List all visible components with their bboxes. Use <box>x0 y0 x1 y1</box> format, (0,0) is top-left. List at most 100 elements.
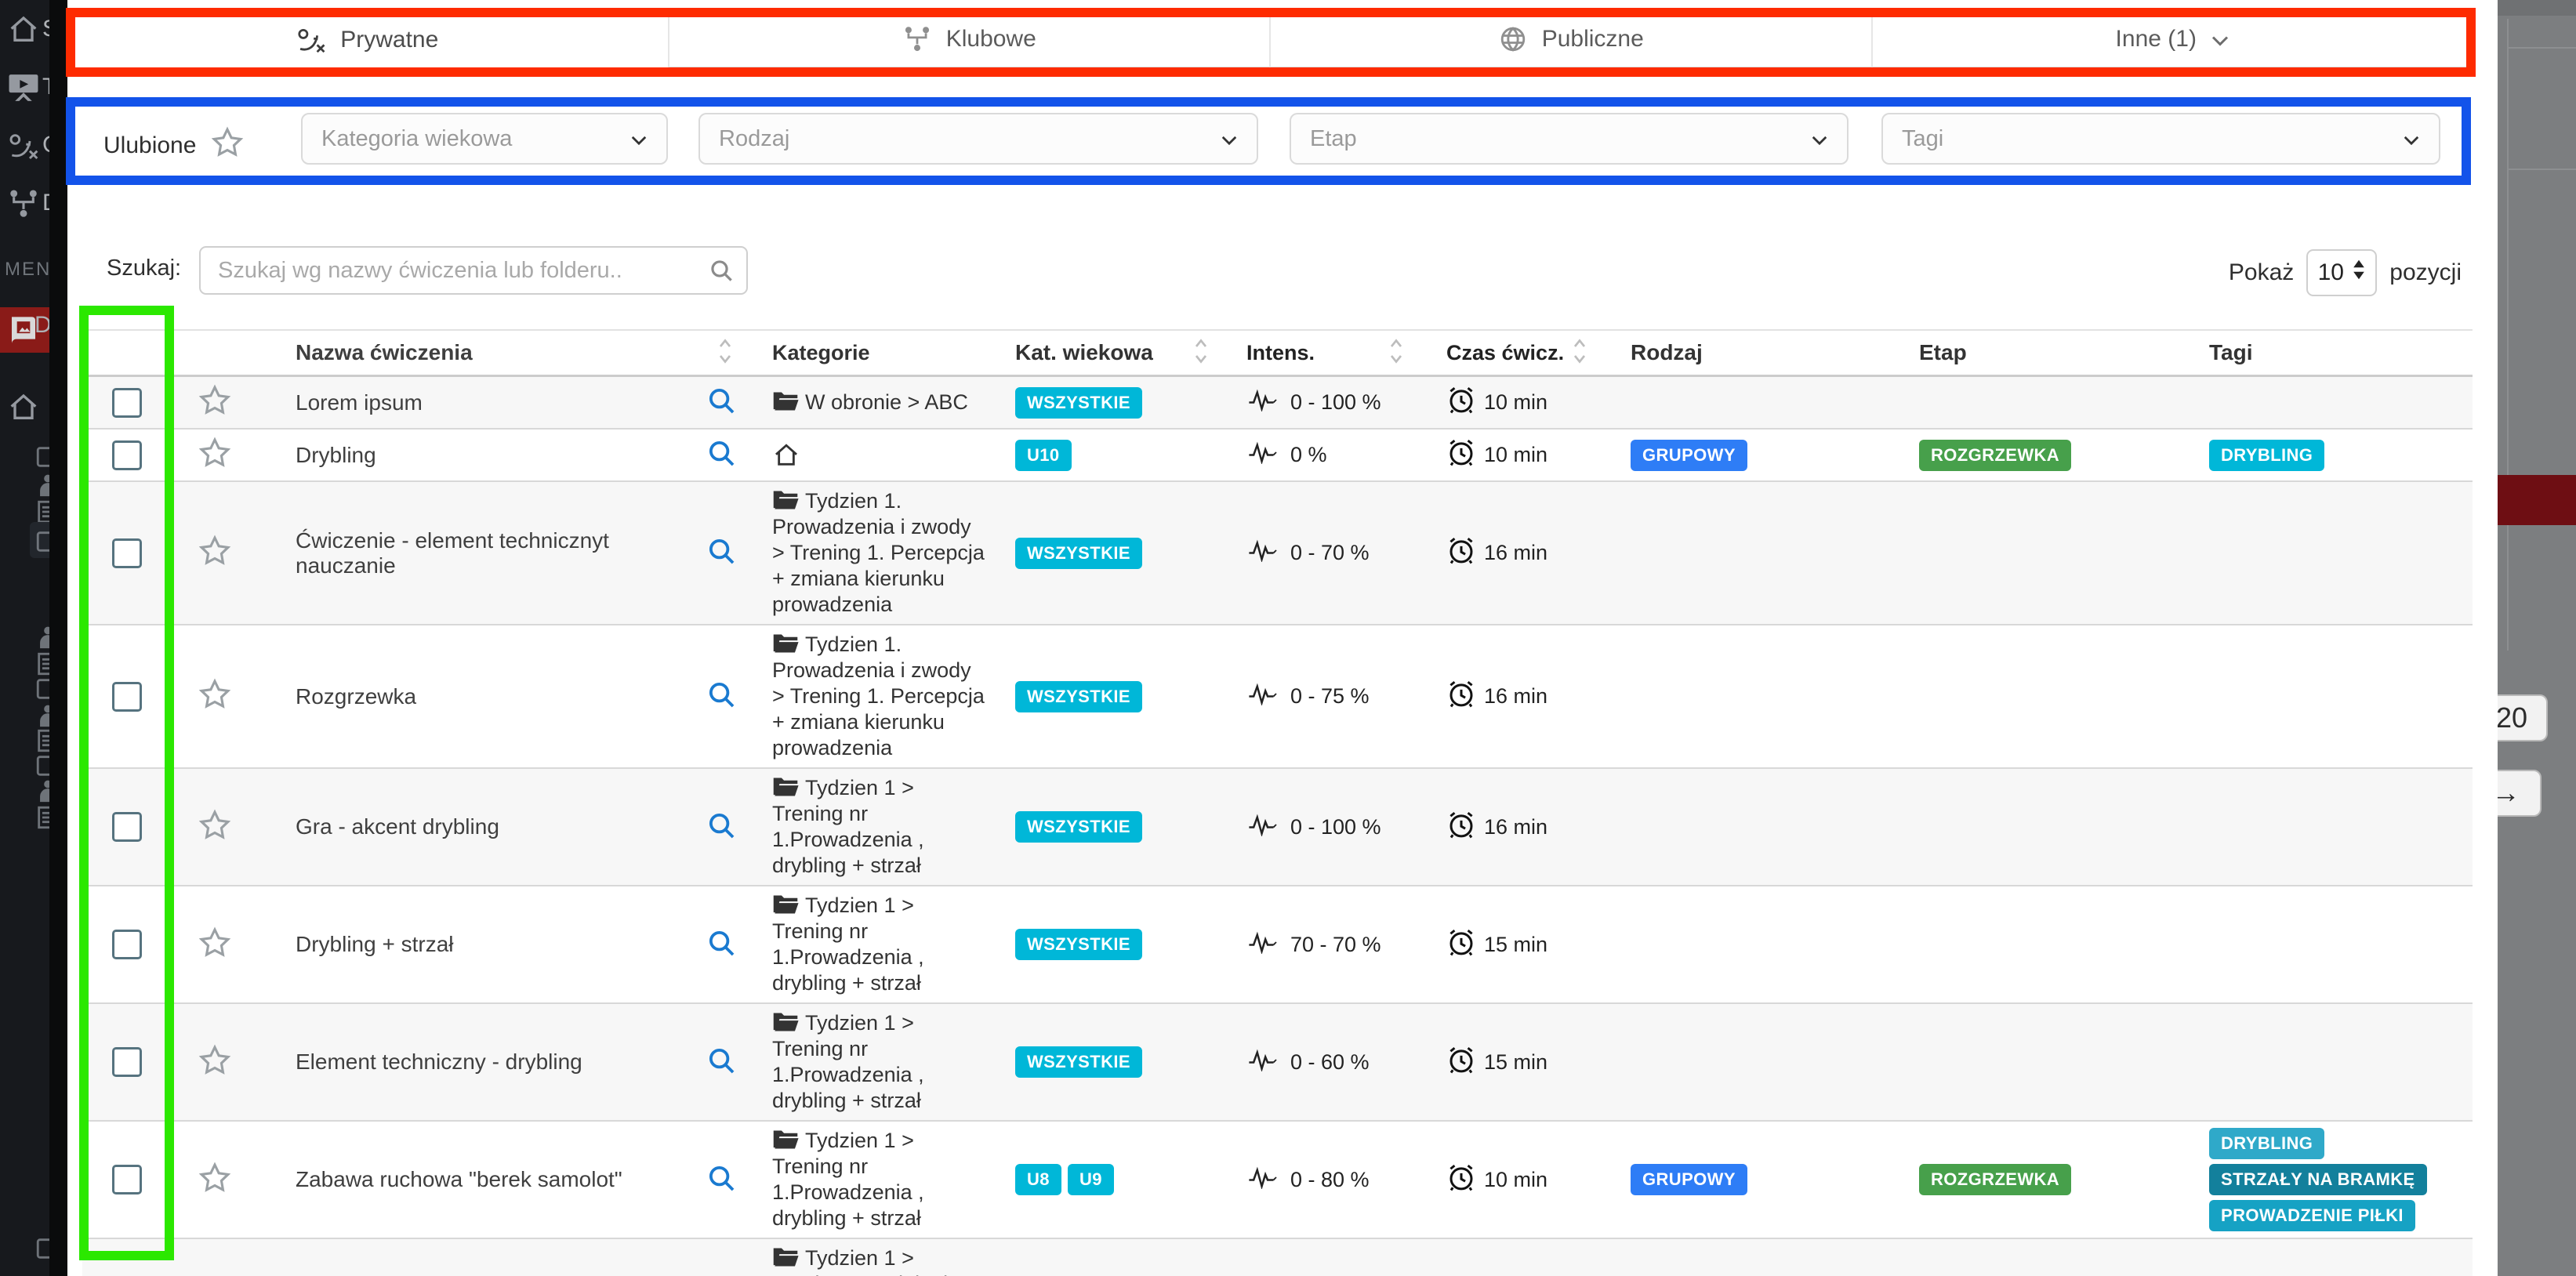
sidebar-item-label: S <box>42 16 49 42</box>
row-checkbox[interactable] <box>112 812 142 842</box>
sidebar-item[interactable] <box>8 389 39 426</box>
filter-dropdown-etap[interactable]: Etap <box>1290 113 1849 165</box>
table-row: Gra - akcent drybling Tydzien 1 > Trening… <box>82 769 2473 886</box>
home-icon <box>8 392 39 423</box>
category-cell: Tydzien 1. Prowadzenia i zwody > Trening… <box>753 488 996 618</box>
intensity-value: 0 % <box>1290 443 1327 467</box>
tab-prywatne[interactable]: Prywatne <box>67 11 668 69</box>
pulse-icon <box>1246 388 1283 417</box>
duration-value: 15 min <box>1484 933 1547 957</box>
row-checkbox[interactable] <box>112 1047 142 1077</box>
magnifier-icon[interactable] <box>706 1163 736 1197</box>
duration-value: 10 min <box>1484 1168 1547 1192</box>
filter-dropdown-rodzaj[interactable]: Rodzaj <box>698 113 1258 165</box>
exercise-name: Ćwiczenie - element technicznyt nauczani… <box>259 528 690 578</box>
magnifier-icon[interactable] <box>706 810 736 844</box>
magnifier-icon[interactable] <box>706 680 736 713</box>
magnifier-icon[interactable] <box>706 386 736 419</box>
sort-icon[interactable] <box>1573 337 1587 371</box>
sidebar-item[interactable]: D <box>8 185 39 223</box>
sidebar-item[interactable]: D <box>0 307 49 353</box>
filter-dropdown-kategoria-wiekowa[interactable]: Kategoria wiekowa <box>301 113 668 165</box>
page-size-control: Pokaż 10 pozycji <box>2229 249 2462 296</box>
sidebar-item[interactable]: S <box>8 11 39 49</box>
folder-icon <box>772 1129 805 1152</box>
star-icon[interactable] <box>198 677 232 716</box>
magnifier-icon[interactable] <box>706 438 736 472</box>
preview-cell <box>690 810 753 844</box>
sidebar-item[interactable]: T <box>8 69 39 107</box>
favorites-filter[interactable]: Ulubione <box>103 125 245 166</box>
column-header-czas-wicz[interactable]: Czas ćwicz. <box>1435 341 1615 365</box>
intensity-cell: 0 % <box>1223 440 1435 469</box>
page-size-spinner[interactable]: 10 <box>2306 249 2377 296</box>
frag-rect-icon <box>34 1235 49 1262</box>
row-checkbox[interactable] <box>112 440 142 470</box>
filter-dropdown-tagi[interactable]: Tagi <box>1881 113 2440 165</box>
star-icon[interactable] <box>210 125 245 166</box>
row-checkbox[interactable] <box>112 388 142 418</box>
tab-publiczne[interactable]: Publiczne <box>1269 11 1871 69</box>
chevron-down-icon <box>630 126 648 152</box>
column-header-nazwa-wiczenia[interactable]: Nazwa ćwiczenia <box>259 340 690 365</box>
table-row: Lorem ipsumW obronie > ABCWSZYSTKIE0 - 1… <box>82 377 2473 430</box>
duration-value: 16 min <box>1484 541 1547 565</box>
backdrop-right-strip <box>2498 0 2576 1276</box>
category-cell <box>753 442 996 469</box>
exercise-name: Rozgrzewka <box>259 684 690 709</box>
tab-klubowe[interactable]: Klubowe <box>668 11 1270 69</box>
exercise-name: Gra - akcent drybling <box>259 814 690 839</box>
magnifier-icon[interactable] <box>706 1046 736 1079</box>
sort-icon[interactable] <box>1389 337 1403 371</box>
star-icon[interactable] <box>198 436 232 474</box>
sidebar-item[interactable]: Ć <box>8 127 39 165</box>
intensity-value: 0 - 70 % <box>1290 541 1370 565</box>
backdrop-divider <box>2507 169 2576 170</box>
magnifier-icon[interactable] <box>706 928 736 962</box>
frag-person-icon <box>34 472 49 498</box>
magnifier-icon[interactable] <box>706 536 736 570</box>
category-path: W obronie > ABC <box>805 390 968 414</box>
star-icon[interactable] <box>198 808 232 846</box>
table-row: Element techniczny - dryblingTydzien 1 >… <box>82 1004 2473 1122</box>
tab-label: Prywatne <box>340 27 438 53</box>
favorites-label: Ulubione <box>103 132 196 159</box>
preview-cell <box>690 536 753 570</box>
favorite-cell <box>171 1161 259 1199</box>
duration-cell: 16 min <box>1435 535 1615 571</box>
select-cell <box>82 930 171 959</box>
stage-cell: ROZGRZEWKA <box>1905 1164 2195 1195</box>
row-checkbox[interactable] <box>112 682 142 712</box>
search-box <box>199 246 748 295</box>
star-icon[interactable] <box>198 1043 232 1082</box>
exercise-library-panel: Prywatne KlubowePubliczneInne (1) Ulubion… <box>67 0 2498 1276</box>
intensity-value: 70 - 70 % <box>1290 933 1381 957</box>
table-row: RozgrzewkaTydzien 1. Prowadzenia i zwody… <box>82 625 2473 769</box>
sort-icon[interactable] <box>718 337 732 371</box>
frag-rect-icon <box>34 444 49 470</box>
favorite-cell <box>171 1043 259 1082</box>
sort-icon[interactable] <box>1194 337 1208 371</box>
clock-icon <box>1446 385 1476 420</box>
select-cell <box>82 682 171 712</box>
exercise-table: Nazwa ćwiczeniaKategorieKat. wiekowaInte… <box>82 329 2473 1276</box>
row-checkbox[interactable] <box>112 930 142 959</box>
clock-icon <box>1446 927 1476 962</box>
category-cell: Tydzien 1 > Trening nr 1.Prowadzenia , d… <box>753 775 996 879</box>
frag-list-icon <box>34 804 49 831</box>
sidebar-menu-label: MENU <box>5 259 49 281</box>
row-checkbox[interactable] <box>112 1165 142 1194</box>
tag-badge: DRYBLING <box>2209 440 2324 471</box>
star-icon[interactable] <box>198 1161 232 1199</box>
tab-inne-1[interactable]: Inne (1) <box>1871 11 2473 69</box>
backdrop-red-block <box>2498 475 2576 525</box>
clock-icon <box>1446 810 1476 845</box>
search-input[interactable] <box>216 251 690 290</box>
row-checkbox[interactable] <box>112 538 142 568</box>
star-icon[interactable] <box>198 534 232 572</box>
star-icon[interactable] <box>198 383 232 422</box>
clock-icon <box>1446 535 1476 571</box>
backdrop-topbar <box>2498 0 2576 16</box>
star-icon[interactable] <box>198 926 232 964</box>
column-header-kat-wiekowa[interactable]: Kat. wiekowa <box>996 340 1223 365</box>
